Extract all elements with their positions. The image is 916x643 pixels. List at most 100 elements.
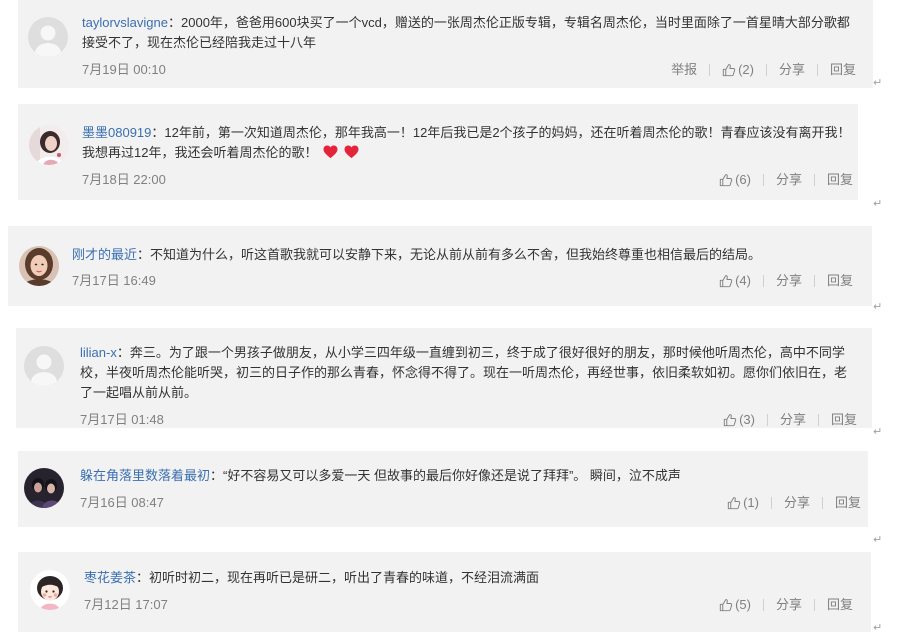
comment-body: 躲在角落里数落着最初：“好不容易又可以多爱一天 但故事的最后你好像还是说了拜拜”… [80, 466, 860, 486]
thumbs-up-icon[interactable] [719, 173, 733, 187]
reply-button[interactable]: 回复 [827, 170, 853, 190]
avatar[interactable] [19, 246, 59, 286]
username-link[interactable]: taylorvslavigne [82, 15, 168, 30]
default-avatar-icon[interactable] [24, 346, 64, 386]
avatar[interactable] [30, 570, 70, 610]
share-button[interactable]: 分享 [776, 170, 802, 190]
username-link[interactable]: 墨墨080919 [82, 125, 151, 140]
avatar[interactable] [24, 346, 64, 386]
action-divider [817, 414, 819, 426]
action-divider [709, 64, 711, 76]
share-button[interactable]: 分享 [776, 271, 802, 291]
user-photo-avatar[interactable] [19, 246, 59, 286]
comment-actions: 举报 (2) 分享 回复 [671, 60, 856, 80]
user-photo-avatar[interactable] [24, 468, 64, 508]
action-divider [816, 64, 818, 76]
like-count[interactable]: (4) [735, 271, 751, 291]
thumbs-up-icon[interactable] [719, 274, 733, 288]
share-button[interactable]: 分享 [784, 493, 810, 513]
reply-button[interactable]: 回复 [831, 410, 857, 430]
heart-emoji-icon [344, 145, 359, 159]
comment-time: 7月19日 00:10 [82, 62, 166, 77]
like-button[interactable]: (6) [719, 170, 751, 190]
comment-text: 12年前，第一次知道周杰伦，那年我高一！12年后我已是2个孩子的妈妈，还在听着周… [82, 125, 851, 160]
like-button[interactable]: (5) [719, 595, 751, 615]
comment-text: 初听时初二，现在再听已是研二，听出了青春的味道，不经泪流满面 [149, 570, 540, 585]
avatar[interactable] [28, 17, 68, 57]
comment-actions: (5) 分享 回复 [719, 595, 853, 615]
paragraph-mark: ↵ [873, 197, 883, 210]
username-link[interactable]: lilian-x [80, 345, 117, 360]
comment-body: lilian-x：奔三。为了跟一个男孩子做朋友，从小学三四年级一直缠到初三，终于… [80, 343, 852, 403]
action-divider [770, 497, 772, 509]
username-link[interactable]: 刚才的最近 [72, 247, 137, 262]
action-divider [762, 275, 764, 287]
thumbs-up-icon[interactable] [719, 598, 733, 612]
reply-button[interactable]: 回复 [830, 60, 856, 80]
action-divider [765, 64, 767, 76]
like-button[interactable]: (3) [723, 410, 755, 430]
comment-body: 刚才的最近：不知道为什么，听这首歌我就可以安静下来，无论从前从前有多么不舍，但我… [72, 245, 852, 265]
paragraph-mark: ↵ [873, 300, 883, 313]
action-divider [813, 599, 815, 611]
like-count[interactable]: (5) [735, 595, 751, 615]
like-count[interactable]: (6) [735, 170, 751, 190]
name-colon: ： [151, 125, 165, 140]
username-link[interactable]: 躲在角落里数落着最初 [80, 468, 210, 483]
paragraph-mark: ↵ [873, 621, 883, 634]
action-divider [762, 599, 764, 611]
like-button[interactable]: (2) [722, 60, 754, 80]
comment-card: 墨墨080919：12年前，第一次知道周杰伦，那年我高一！12年后我已是2个孩子… [18, 104, 858, 200]
action-divider [762, 174, 764, 186]
comment-time: 7月17日 16:49 [72, 273, 156, 288]
name-colon: ： [136, 570, 150, 585]
user-photo-avatar[interactable] [29, 125, 69, 165]
comment-text: 2000年，爸爸用600块买了一个vcd，赠送的一张周杰伦正版专辑，专辑名周杰伦… [82, 15, 850, 50]
like-button[interactable]: (4) [719, 271, 751, 291]
comment-body: 墨墨080919：12年前，第一次知道周杰伦，那年我高一！12年后我已是2个孩子… [82, 123, 852, 163]
heart-emoji-icon [323, 145, 338, 159]
thumbs-up-icon[interactable] [723, 413, 737, 427]
paragraph-mark: ↵ [873, 425, 883, 438]
comment-text: 不知道为什么，听这首歌我就可以安静下来，无论从前从前有多么不舍，但我始终尊重也相… [150, 247, 762, 262]
default-avatar-icon[interactable] [28, 17, 68, 57]
comment-card: taylorvslavigne：2000年，爸爸用600块买了一个vcd，赠送的… [18, 0, 873, 88]
comment-actions: (3) 分享 回复 [723, 410, 857, 430]
report-button[interactable]: 举报 [671, 60, 697, 80]
thumbs-up-icon[interactable] [727, 496, 741, 510]
like-count[interactable]: (2) [738, 60, 754, 80]
paragraph-mark: ↵ [873, 76, 883, 89]
avatar[interactable] [29, 125, 69, 165]
comment-card: 枣花姜茶：初听时初二，现在再听已是研二，听出了青春的味道，不经泪流满面 7月12… [18, 552, 871, 632]
name-colon: ： [137, 247, 151, 262]
avatar[interactable] [24, 468, 64, 508]
share-button[interactable]: 分享 [776, 595, 802, 615]
share-button[interactable]: 分享 [780, 410, 806, 430]
comment-time: 7月12日 17:07 [84, 597, 168, 612]
like-count[interactable]: (3) [739, 410, 755, 430]
cartoon-avatar[interactable] [30, 570, 70, 610]
comment-card: lilian-x：奔三。为了跟一个男孩子做朋友，从小学三四年级一直缠到初三，终于… [16, 328, 872, 428]
comment-text: “好不容易又可以多爱一天 但故事的最后你好像还是说了拜拜”。 瞬间，泣不成声 [223, 468, 681, 483]
comment-body: taylorvslavigne：2000年，爸爸用600块买了一个vcd，赠送的… [82, 13, 852, 53]
comment-card: 躲在角落里数落着最初：“好不容易又可以多爱一天 但故事的最后你好像还是说了拜拜”… [18, 451, 868, 527]
comment-time: 7月17日 01:48 [80, 412, 164, 427]
action-divider [813, 174, 815, 186]
thumbs-up-icon[interactable] [722, 63, 736, 77]
like-count[interactable]: (1) [743, 493, 759, 513]
comment-body: 枣花姜茶：初听时初二，现在再听已是研二，听出了青春的味道，不经泪流满面 [84, 568, 854, 588]
action-divider [813, 275, 815, 287]
reply-button[interactable]: 回复 [835, 493, 861, 513]
comment-actions: (1) 分享 回复 [727, 493, 861, 513]
paragraph-mark: ↵ [873, 533, 883, 546]
reply-button[interactable]: 回复 [827, 271, 853, 291]
comment-actions: (4) 分享 回复 [719, 271, 853, 291]
comment-card: 刚才的最近：不知道为什么，听这首歌我就可以安静下来，无论从前从前有多么不舍，但我… [8, 226, 872, 306]
name-colon: ： [168, 15, 182, 30]
action-divider [821, 497, 823, 509]
comment-time: 7月16日 08:47 [80, 495, 164, 510]
like-button[interactable]: (1) [727, 493, 759, 513]
reply-button[interactable]: 回复 [827, 595, 853, 615]
username-link[interactable]: 枣花姜茶 [84, 570, 136, 585]
share-button[interactable]: 分享 [779, 60, 805, 80]
